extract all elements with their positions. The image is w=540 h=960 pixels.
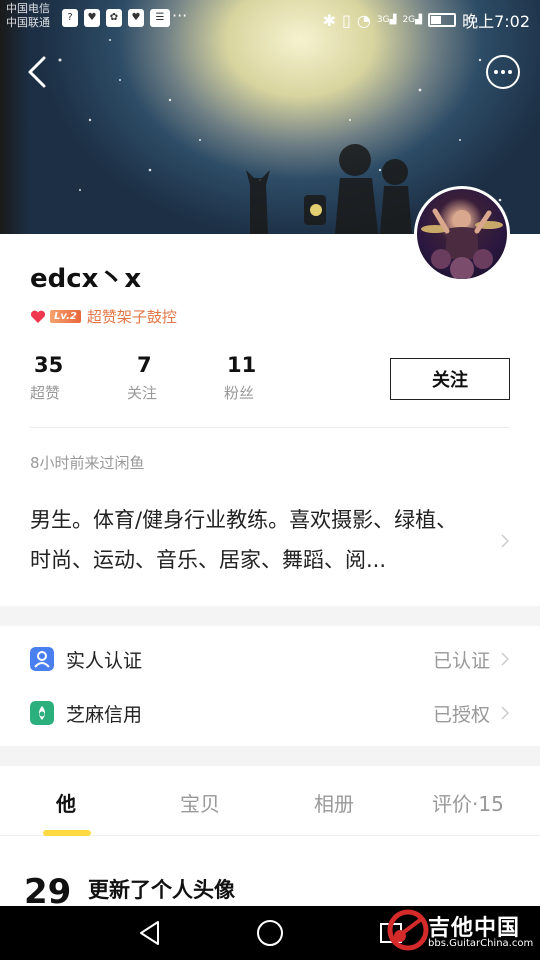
sesame-credit-icon — [30, 701, 54, 725]
level-tag: Lv.2 — [50, 310, 81, 323]
tab-items[interactable]: 宝贝 — [180, 788, 220, 817]
avatar[interactable] — [414, 186, 510, 282]
nav-back-icon[interactable] — [138, 920, 162, 946]
activity-feed: 29 更新了个人头像 — [0, 836, 540, 912]
notification-app-icon: ♥ — [128, 9, 144, 27]
stat-following-label: 关注 — [127, 384, 158, 402]
cert-status: 已认证 — [432, 649, 490, 672]
divider — [30, 427, 510, 428]
bluetooth-icon: ✱ — [322, 10, 337, 30]
cert-label: 芝麻信用 — [66, 703, 143, 726]
feed-text[interactable]: 更新了个人头像 — [88, 874, 235, 904]
vibrate-icon: ▯ — [342, 10, 351, 30]
notification-icons: ? ♥ ✿ ♥ ☰ — [62, 9, 170, 27]
notification-app-icon: ? — [62, 9, 78, 27]
cert-row-sesame[interactable]: 芝麻信用 已授权 — [0, 686, 540, 740]
tab-him[interactable]: 他 — [56, 788, 76, 817]
stats-row: 35 超赞 7 关注 11 粉丝 — [30, 352, 321, 403]
user-name: edcx丶x — [30, 264, 142, 294]
tab-reviews[interactable]: 评价·15 — [432, 788, 504, 817]
battery-icon — [428, 13, 457, 27]
cert-label: 实人认证 — [66, 649, 143, 672]
cert-status: 已授权 — [432, 703, 490, 726]
watermark-url: bbs.GuitarChina.com — [428, 938, 534, 949]
person-verify-icon — [30, 647, 54, 671]
nav-home-icon[interactable] — [257, 920, 283, 946]
chevron-right-icon[interactable] — [500, 534, 510, 548]
carrier-1: 中国电信 — [6, 2, 50, 15]
status-bar: 中国电信 中国联通 ? ♥ ✿ ♥ ☰ ··· ✱ ▯ ◔ 3G▟ 2G▟ 晚上… — [0, 0, 540, 36]
signal-icon-1: 3G▟ — [376, 15, 397, 25]
profile-tabs: 他 宝贝 相册 评价·15 — [0, 766, 540, 836]
heart-icon — [30, 310, 46, 323]
badge-text: 超赞架子鼓控 — [86, 308, 177, 326]
signal-icon-2: 2G▟ — [402, 15, 423, 25]
section-gap — [0, 606, 540, 626]
notification-app-icon: ♥ — [84, 9, 100, 27]
last-visit-text: 8小时前来过闲鱼 — [30, 454, 145, 472]
chevron-right-icon — [501, 706, 510, 720]
stat-followers-count: 11 — [227, 353, 257, 377]
more-notifications-icon: ··· — [172, 6, 188, 25]
section-gap — [0, 746, 540, 766]
watermark: 吉他中国 bbs.GuitarChina.com — [386, 906, 536, 958]
status-right: ✱ ▯ ◔ 3G▟ 2G▟ 晚上7:02 — [323, 8, 530, 32]
guitar-logo-icon — [387, 909, 429, 951]
chevron-right-icon — [501, 652, 510, 666]
tab-album[interactable]: 相册 — [314, 788, 354, 817]
stat-followers-label: 粉丝 — [224, 384, 255, 402]
network-type-2: 2G — [402, 15, 416, 25]
follow-button[interactable]: 关注 — [390, 358, 510, 400]
cert-row-real-name[interactable]: 实人认证 已认证 — [0, 632, 540, 686]
bio-text[interactable]: 男生。体育/健身行业教练。喜欢摄影、绿植、时尚、运动、音乐、居家、舞蹈、阅... — [30, 500, 478, 580]
carrier-2: 中国联通 — [6, 16, 50, 29]
more-dots-icon[interactable] — [486, 55, 520, 89]
certification-list: 实人认证 已认证 芝麻信用 已授权 — [0, 626, 540, 746]
stat-likes-label: 超赞 — [30, 384, 61, 402]
stat-likes-count: 35 — [34, 353, 64, 377]
profile-card: edcx丶x Lv.2 超赞架子鼓控 35 超赞 7 关注 11 粉丝 关注 8… — [0, 234, 540, 606]
notification-app-icon: ☰ — [150, 9, 170, 27]
wifi-icon: ◔ — [356, 10, 371, 30]
stat-likes[interactable]: 35 超赞 — [30, 352, 127, 403]
profile-screen: 中国电信 中国联通 ? ♥ ✿ ♥ ☰ ··· ✱ ▯ ◔ 3G▟ 2G▟ 晚上… — [0, 0, 540, 960]
notification-app-icon: ✿ — [106, 9, 122, 27]
stat-following[interactable]: 7 关注 — [127, 352, 224, 403]
network-type-1: 3G — [376, 15, 390, 25]
carrier-label: 中国电信 中国联通 — [6, 2, 50, 30]
back-arrow-icon[interactable] — [22, 52, 56, 92]
avatar-drummer-image — [421, 208, 503, 279]
stat-following-count: 7 — [137, 353, 152, 377]
badge-row[interactable]: Lv.2 超赞架子鼓控 — [30, 306, 177, 327]
clock: 晚上7:02 — [462, 12, 530, 31]
stat-followers[interactable]: 11 粉丝 — [224, 352, 321, 403]
